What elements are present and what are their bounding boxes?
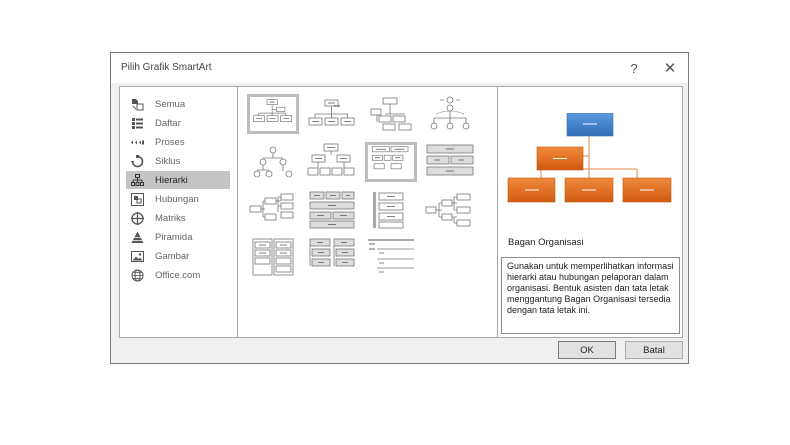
preview-title: Bagan Organisasi bbox=[508, 237, 584, 248]
layout-circle-picture-hierarchy[interactable] bbox=[424, 94, 476, 134]
dialog-title: Pilih Grafik SmartArt bbox=[121, 62, 212, 73]
layout-labeled-hierarchy[interactable] bbox=[247, 142, 299, 182]
category-label: Semua bbox=[155, 98, 186, 110]
layout-vertical-box-list[interactable] bbox=[306, 237, 358, 277]
preview-diagram bbox=[507, 113, 672, 203]
category-item-semua[interactable]: Semua bbox=[126, 95, 230, 113]
category-label: Proses bbox=[155, 136, 185, 148]
category-label: Daftar bbox=[155, 117, 181, 129]
layout-horizontal-hierarchy[interactable] bbox=[424, 142, 476, 182]
category-list: Semua Daftar Proses Siklus Hierarki Hubu… bbox=[119, 86, 238, 338]
layout-name-title-org-chart[interactable] bbox=[306, 94, 358, 134]
category-item-piramida[interactable]: Piramida bbox=[126, 228, 230, 246]
pyramid-icon bbox=[130, 230, 144, 244]
help-button[interactable]: ? bbox=[623, 57, 645, 79]
globe-icon bbox=[130, 268, 144, 282]
category-label: Hubungan bbox=[155, 193, 199, 205]
hierarchy-icon bbox=[130, 173, 144, 187]
layout-gallery bbox=[237, 86, 498, 338]
cycle-icon bbox=[130, 154, 144, 168]
ok-button[interactable]: OK bbox=[558, 341, 616, 359]
category-item-gambar[interactable]: Gambar bbox=[126, 247, 230, 265]
layout-table-hierarchy[interactable] bbox=[365, 142, 417, 182]
category-item-siklus[interactable]: Siklus bbox=[126, 152, 230, 170]
category-label: Siklus bbox=[155, 155, 181, 167]
layout-lined-list[interactable] bbox=[365, 237, 417, 277]
close-button[interactable]: ✕ bbox=[659, 57, 681, 79]
picture-icon bbox=[130, 249, 144, 263]
category-label: Office.com bbox=[155, 269, 201, 281]
category-item-matriks[interactable]: Matriks bbox=[126, 209, 230, 227]
relationship-icon bbox=[130, 192, 144, 206]
process-icon bbox=[130, 135, 144, 149]
list-icon bbox=[130, 116, 144, 130]
layout-hierarchy[interactable] bbox=[306, 142, 358, 182]
layout-half-circle-org-chart[interactable] bbox=[365, 94, 417, 134]
category-label: Gambar bbox=[155, 250, 190, 262]
category-item-office-com[interactable]: Office.com bbox=[126, 266, 230, 284]
category-label: Matriks bbox=[155, 212, 186, 224]
cancel-button[interactable]: Batal bbox=[625, 341, 683, 359]
title-bar: Pilih Grafik SmartArt ? ✕ bbox=[111, 53, 688, 83]
smartart-dialog: Pilih Grafik SmartArt ? ✕ Semua Daftar P… bbox=[110, 52, 689, 364]
category-label: Hierarki bbox=[155, 174, 188, 186]
layout-hierarchy-list[interactable] bbox=[247, 237, 299, 277]
all-layouts-icon bbox=[130, 97, 144, 111]
category-item-hubungan[interactable]: Hubungan bbox=[126, 190, 230, 208]
category-item-daftar[interactable]: Daftar bbox=[126, 114, 230, 132]
preview-description: Gunakan untuk memperlihatkan informasi h… bbox=[501, 257, 680, 334]
category-label: Piramida bbox=[155, 231, 193, 243]
layout-architecture-hierarchy[interactable] bbox=[424, 190, 476, 230]
layout-lined-list-hierarchy[interactable] bbox=[306, 190, 358, 230]
layout-vertical-list-hierarchy[interactable] bbox=[365, 190, 417, 230]
layout-organization-chart[interactable] bbox=[247, 94, 299, 134]
category-item-proses[interactable]: Proses bbox=[126, 133, 230, 151]
preview-pane: Bagan Organisasi Gunakan untuk memperlih… bbox=[497, 86, 683, 338]
layout-horizontal-org-chart[interactable] bbox=[247, 190, 299, 230]
category-item-hierarki[interactable]: Hierarki bbox=[126, 171, 230, 189]
matrix-icon bbox=[130, 211, 144, 225]
